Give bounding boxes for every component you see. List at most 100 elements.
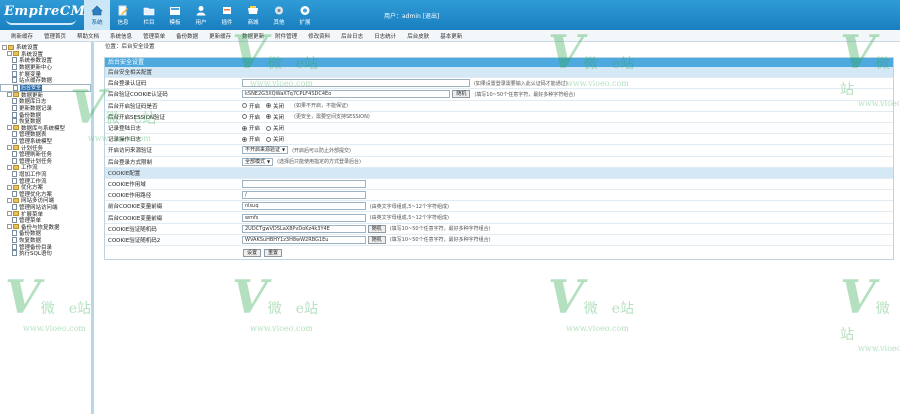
- form-row: 记录登陆日志 开启 关闭: [105, 123, 893, 135]
- menubar-link[interactable]: 后台皮肤: [407, 32, 429, 40]
- breadcrumb: 位置：后台安全设置: [105, 44, 155, 50]
- field-label: 后台开启验证码是否: [108, 103, 158, 110]
- left-tree: 系统设置 系统设置 系统参数设置 数据更新中心 扩展变量 站点缓存数据 后台安全 数据更新 数据…: [0, 42, 94, 414]
- radio-button[interactable]: [242, 125, 247, 131]
- menubar-link[interactable]: 管理首页: [44, 32, 66, 40]
- tree-item[interactable]: 站点缓存数据: [0, 77, 91, 84]
- menubar-link[interactable]: 修改资料: [308, 32, 330, 40]
- text-field[interactable]: kSNE2G3XQWaXTq7CPLF4SDC4Eo: [242, 90, 451, 99]
- menubar-link[interactable]: 备份数据: [176, 32, 198, 40]
- field-hint: (由英文字母组成,5~12个字符组成): [369, 215, 449, 222]
- tree-item[interactable]: 后台安全: [0, 83, 91, 92]
- empirecms-logo[interactable]: EmpireCMS: [4, 4, 95, 26]
- tree-item[interactable]: 扩展菜单: [0, 210, 91, 218]
- text-field[interactable]: [242, 179, 366, 188]
- chevron-down-icon: ▼: [267, 158, 271, 164]
- menubar-link[interactable]: 基本更新: [440, 32, 462, 40]
- select-dropdown[interactable]: 全部模式 ▼: [242, 157, 274, 166]
- section-cookie: COOKIE配置: [105, 167, 893, 179]
- random-button[interactable]: 随机: [367, 235, 386, 244]
- tree-item[interactable]: 管理系统模型: [0, 138, 91, 145]
- nav-item-3[interactable]: 模板: [162, 0, 188, 30]
- radio-button[interactable]: [242, 136, 247, 142]
- expand-toggle-icon[interactable]: [7, 92, 12, 98]
- radio-label: 开启: [249, 126, 261, 133]
- nav-item-2[interactable]: 栏目: [136, 0, 162, 30]
- user-info[interactable]: 用户：admin [退出]: [384, 11, 439, 20]
- nav-item-4[interactable]: 用户: [188, 0, 214, 30]
- radio-label: 关闭: [273, 114, 285, 121]
- menubar-link[interactable]: 系统信息: [110, 32, 132, 40]
- document-icon: [12, 190, 17, 197]
- document-icon: [12, 131, 17, 138]
- document-icon: [12, 138, 17, 145]
- tree-item[interactable]: 管理网站访问端: [0, 203, 91, 211]
- form-row: COOKIE验证随机码 2UDCTgwVDSLaX8PvDoKz4k3Y4E 随机(…: [105, 224, 893, 235]
- tree-item[interactable]: 数据更新中心: [0, 64, 91, 71]
- field-hint: (更安全，需要空间支持SESSION): [294, 114, 370, 121]
- text-field[interactable]: nlsuq: [242, 202, 366, 211]
- field-hint: (开启后可以防止外部提交): [292, 147, 351, 154]
- section-label: 后台安全相关配置: [108, 70, 153, 77]
- select-dropdown[interactable]: 不开启来源验证 ▼: [242, 146, 289, 155]
- tree-item[interactable]: 备份与恢复数据: [0, 223, 91, 231]
- form-row: 后台开启SESSION验证 开启 关闭 (更安全，需要空间支持SESSION): [105, 112, 893, 123]
- field-value: WVAKSuHBHY1z3H8wW2RBG1Eu 随机 (填写10~50个任意字符，…: [242, 235, 893, 244]
- expand-toggle-icon[interactable]: [7, 125, 12, 131]
- menubar-link[interactable]: 刷新缓存: [11, 32, 33, 40]
- radio-label: 关闭: [273, 103, 285, 110]
- nav-item-1[interactable]: 信息: [110, 0, 136, 30]
- tree-item-label: 执行SQL语句: [19, 251, 52, 258]
- document-icon: [12, 170, 17, 177]
- expand-toggle-icon[interactable]: [7, 184, 12, 190]
- expand-toggle-icon[interactable]: [7, 145, 12, 151]
- text-field[interactable]: WVAKSuHBHY1z3H8wW2RBG1Eu: [242, 235, 366, 244]
- radio-button[interactable]: [242, 114, 247, 120]
- expand-toggle-icon[interactable]: [7, 164, 12, 170]
- expand-toggle-icon[interactable]: [7, 51, 12, 57]
- menubar-link[interactable]: 附件管理: [275, 32, 297, 40]
- random-button[interactable]: 随机: [452, 90, 471, 99]
- menubar-link[interactable]: 数据更新: [242, 32, 264, 40]
- menubar-link[interactable]: 更新缓存: [209, 32, 231, 40]
- expand-toggle-icon[interactable]: [7, 211, 12, 217]
- expand-toggle-icon[interactable]: [7, 224, 12, 230]
- text-field[interactable]: [242, 79, 470, 88]
- text-field[interactable]: 2UDCTgwVDSLaX8PvDoKz4k3Y4E: [242, 224, 366, 233]
- folder-icon: [8, 44, 14, 50]
- expand-toggle-icon[interactable]: [2, 44, 7, 50]
- field-value: /: [242, 191, 893, 200]
- radio-button[interactable]: [242, 103, 247, 109]
- pencil-icon: [117, 5, 129, 16]
- radio-button[interactable]: [266, 136, 272, 142]
- submit-button[interactable]: 设置: [243, 248, 262, 257]
- tree-item[interactable]: 执行SQL语句: [0, 250, 91, 257]
- document-icon: [12, 151, 17, 158]
- nav-item-8[interactable]: 扩展: [292, 0, 318, 30]
- menubar-link[interactable]: 后台日志: [341, 32, 363, 40]
- nav-item-6[interactable]: 商城: [240, 0, 266, 30]
- tree-item[interactable]: 系统设置: [0, 44, 91, 51]
- tree-item[interactable]: 备份数据: [0, 230, 91, 237]
- radio-button[interactable]: [266, 103, 272, 109]
- document-icon: [12, 64, 17, 71]
- field-hint: (如果不开启，不能保证): [294, 103, 348, 110]
- text-field[interactable]: /: [242, 191, 366, 200]
- reset-button[interactable]: 重置: [264, 248, 283, 257]
- menubar-link[interactable]: 帮助文档: [77, 32, 99, 40]
- tree-item[interactable]: 管理计划任务: [0, 157, 91, 165]
- nav-item-7[interactable]: 其他: [266, 0, 292, 30]
- tree-item[interactable]: 更新数据记录: [0, 105, 91, 112]
- tree-item[interactable]: 管理工作流: [0, 177, 91, 185]
- text-field[interactable]: wmfs: [242, 213, 366, 222]
- radio-button[interactable]: [266, 114, 272, 120]
- nav-item-5[interactable]: 插件: [214, 0, 240, 30]
- random-button[interactable]: 随机: [367, 224, 386, 233]
- tree-item[interactable]: 备份数据: [0, 111, 91, 119]
- nav-item-0[interactable]: 系统: [84, 0, 110, 30]
- nav-item-label: 模板: [169, 19, 181, 26]
- menubar-link[interactable]: 管理菜单: [143, 32, 165, 40]
- radio-button[interactable]: [266, 125, 272, 131]
- expand-toggle-icon[interactable]: [7, 197, 12, 203]
- menubar-link[interactable]: 日志统计: [374, 32, 396, 40]
